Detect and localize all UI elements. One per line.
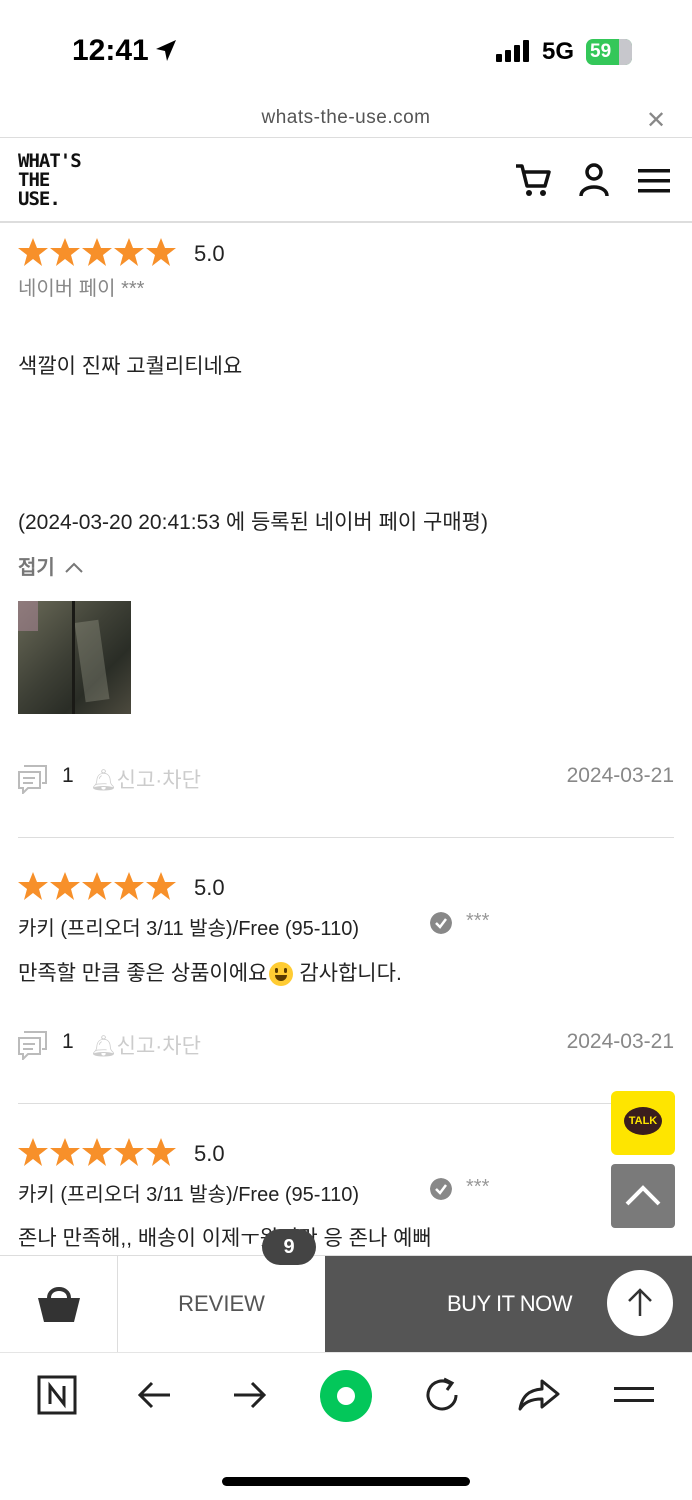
battery-icon: 59 bbox=[586, 39, 632, 65]
scroll-top-button[interactable] bbox=[611, 1164, 675, 1228]
divider bbox=[18, 1103, 674, 1104]
url-text[interactable]: whats-the-use.com bbox=[0, 107, 692, 129]
star-rating bbox=[18, 872, 176, 900]
bell-icon: 🔔︎ bbox=[90, 1035, 117, 1058]
site-logo[interactable]: WHAT'S THE USE. bbox=[18, 152, 82, 209]
verified-check-icon bbox=[430, 1178, 452, 1200]
star-rating bbox=[18, 238, 176, 266]
menu-icon[interactable] bbox=[614, 1375, 654, 1415]
comment-count: 1 bbox=[62, 764, 74, 787]
refresh-icon[interactable] bbox=[422, 1375, 462, 1415]
fold-toggle[interactable]: 접기 bbox=[18, 551, 84, 580]
purchase-bar: REVIEW BUY IT NOW bbox=[0, 1255, 692, 1352]
review-date: 2024-03-21 bbox=[566, 1030, 674, 1053]
status-time: 12:41 bbox=[72, 34, 149, 67]
close-icon[interactable]: ✕ bbox=[646, 106, 666, 135]
review-tab-button[interactable]: REVIEW bbox=[118, 1256, 325, 1352]
network-type: 5G bbox=[542, 38, 575, 65]
report-block-link[interactable]: 🔔︎신고·차단 bbox=[90, 1030, 201, 1060]
cellular-signal-icon bbox=[496, 40, 529, 62]
cart-icon[interactable] bbox=[514, 162, 552, 198]
scroll-up-button[interactable] bbox=[607, 1270, 673, 1336]
fold-label: 접기 bbox=[18, 557, 55, 579]
buy-now-label: BUY IT NOW bbox=[447, 1291, 572, 1316]
review-actions: 1 🔔︎신고·차단 2024-03-21 bbox=[18, 1028, 674, 1062]
review-photo-thumbnail[interactable] bbox=[18, 601, 131, 714]
comment-count: 1 bbox=[62, 1030, 74, 1053]
rating-value: 5.0 bbox=[194, 875, 225, 900]
review-body: 만족할 만큼 좋은 상품이에요 감사합니다. bbox=[18, 962, 402, 987]
review-actions: 1 🔔︎신고·차단 2024-03-21 bbox=[18, 762, 674, 796]
review-count-badge: 9 bbox=[262, 1229, 316, 1265]
chevron-up-icon bbox=[65, 562, 84, 573]
review-option: 카키 (프리오더 3/11 발송)/Free (95-110) bbox=[18, 918, 359, 940]
home-indicator[interactable] bbox=[222, 1477, 470, 1486]
rating-value: 5.0 bbox=[194, 1141, 225, 1166]
kakao-talk-icon: TALK bbox=[624, 1107, 662, 1135]
review-author: *** bbox=[466, 1176, 490, 1198]
menu-icon[interactable] bbox=[638, 162, 670, 198]
report-block-link[interactable]: 🔔︎신고·차단 bbox=[90, 764, 201, 794]
kakao-talk-button[interactable]: TALK bbox=[611, 1091, 675, 1155]
status-bar: 12:41 5G 59 bbox=[0, 0, 692, 100]
review-date: 2024-03-21 bbox=[566, 764, 674, 787]
review-body: 색깔이 진짜 고퀄리티네요 bbox=[18, 355, 243, 378]
naver-green-dot-icon[interactable] bbox=[319, 1369, 373, 1423]
review-body: 존나 만족해,, 배송이 이제ㅜ왔지만 응 존나 예뻐 bbox=[18, 1227, 432, 1250]
location-arrow-icon bbox=[156, 40, 176, 61]
star-rating bbox=[18, 1138, 176, 1166]
account-icon[interactable] bbox=[578, 162, 610, 198]
bell-icon: 🔔︎ bbox=[90, 769, 117, 792]
review-author: *** bbox=[466, 910, 490, 932]
site-header: WHAT'S THE USE. bbox=[0, 139, 692, 223]
arrow-up-icon bbox=[628, 1288, 652, 1316]
naver-home-icon[interactable] bbox=[37, 1375, 77, 1415]
verified-check-icon bbox=[430, 912, 452, 934]
review-source-note: (2024-03-20 20:41:53 에 등록된 네이버 페이 구매평) bbox=[18, 511, 488, 534]
rating-value: 5.0 bbox=[194, 241, 225, 266]
comment-icon[interactable] bbox=[18, 764, 48, 794]
chevron-up-icon bbox=[625, 1185, 661, 1206]
forward-arrow-icon[interactable] bbox=[232, 1375, 268, 1415]
url-bar[interactable]: whats-the-use.com ✕ bbox=[0, 100, 692, 138]
back-arrow-icon[interactable] bbox=[136, 1375, 172, 1415]
shopping-basket-icon bbox=[38, 1287, 80, 1322]
battery-level: 59 bbox=[590, 41, 612, 62]
review-author: 네이버 페이 *** bbox=[18, 278, 145, 300]
review-option: 카키 (프리오더 3/11 발송)/Free (95-110) bbox=[18, 1184, 359, 1206]
divider bbox=[18, 837, 674, 838]
add-to-cart-button[interactable] bbox=[0, 1256, 118, 1352]
comment-icon[interactable] bbox=[18, 1030, 48, 1060]
smile-emoji-icon bbox=[269, 962, 294, 987]
buy-now-button[interactable]: BUY IT NOW bbox=[325, 1256, 692, 1352]
share-icon[interactable] bbox=[518, 1375, 560, 1415]
